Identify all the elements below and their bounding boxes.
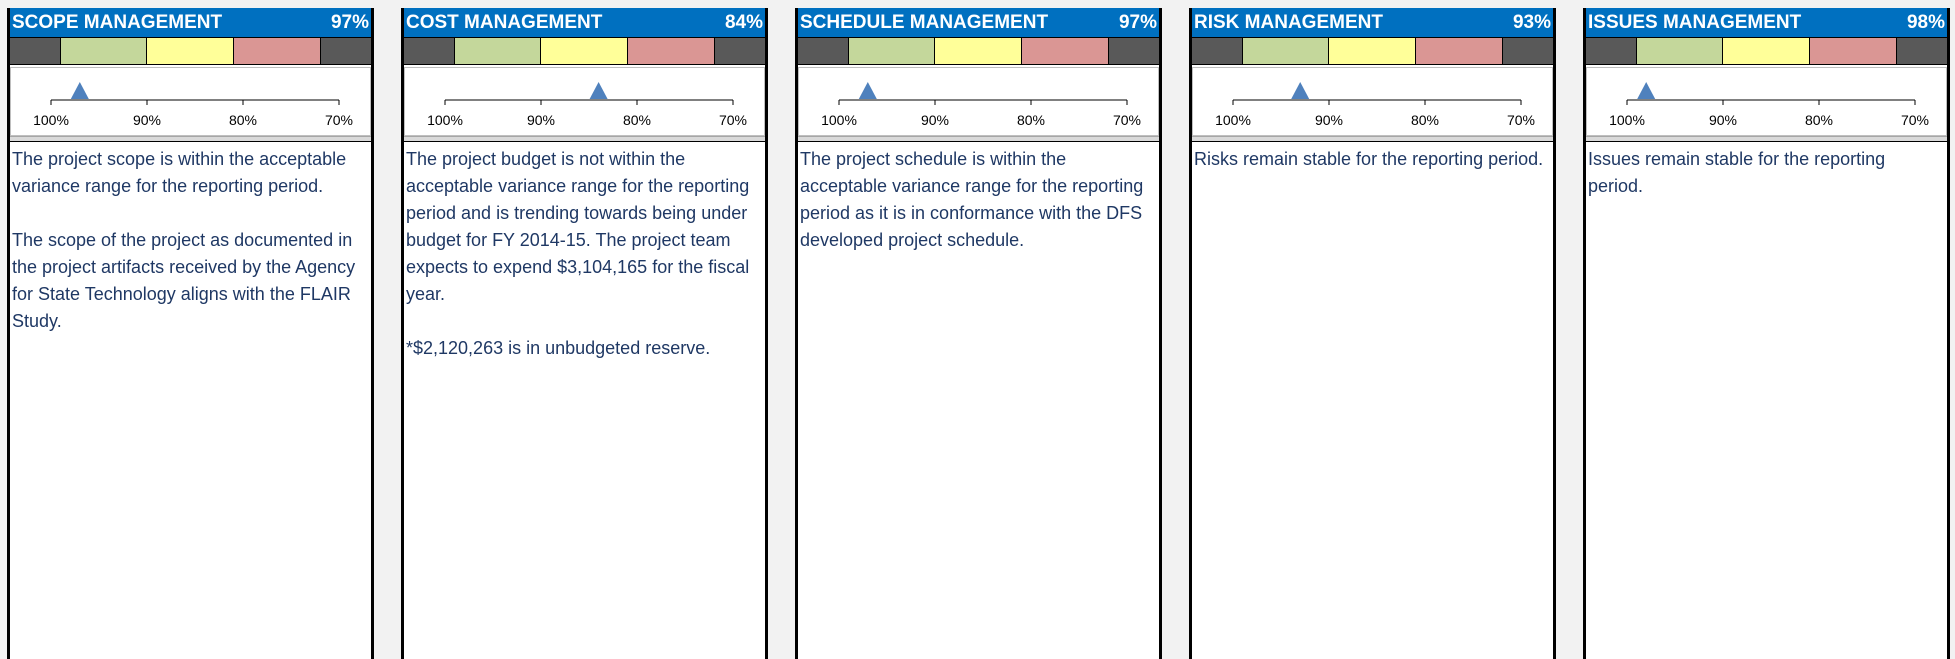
panel-header: RISK MANAGEMENT 93%	[1192, 8, 1553, 37]
status-paragraph: The project budget is not within the acc…	[406, 149, 750, 304]
panel-header: SCHEDULE MANAGEMENT 97%	[798, 8, 1159, 37]
band-green	[1636, 38, 1723, 64]
band-green	[1242, 38, 1329, 64]
variance-gauge: 100% 90% 80% 70%	[798, 67, 1159, 136]
variance-color-band	[1192, 37, 1553, 65]
band-green	[454, 38, 541, 64]
gauge-tick-label: 90%	[527, 112, 555, 128]
gauge-marker-icon	[858, 82, 877, 99]
status-paragraph: The scope of the project as documented i…	[12, 230, 356, 331]
band-dark	[1503, 38, 1553, 64]
panel-cost-management: COST MANAGEMENT 84% 100% 90% 80% 70% The proje…	[401, 8, 768, 659]
variance-gauge: 100% 90% 80% 70%	[1586, 67, 1947, 136]
panel-body: The project scope is within the acceptab…	[10, 142, 371, 335]
variance-gauge: 100% 90% 80% 70%	[1192, 67, 1553, 136]
panel-title: SCOPE MANAGEMENT	[12, 11, 223, 33]
variance-color-band	[10, 37, 371, 65]
gauge-tick-label: 70%	[1113, 112, 1141, 128]
panel-schedule-management: SCHEDULE MANAGEMENT 97% 100% 90% 80% 70% The p…	[795, 8, 1162, 659]
gauge-svg: 100% 90% 80% 70%	[1609, 82, 1929, 128]
band-yellow	[1723, 38, 1810, 64]
panel-title: ISSUES MANAGEMENT	[1588, 11, 1802, 33]
panel-title: SCHEDULE MANAGEMENT	[800, 11, 1049, 33]
panel-percent: 93%	[1512, 11, 1551, 33]
panel-header: SCOPE MANAGEMENT 97%	[10, 8, 371, 37]
panel-percent: 97%	[1118, 11, 1157, 33]
band-red	[234, 38, 321, 64]
gauge-tick-label: 90%	[921, 112, 949, 128]
status-paragraph: *$2,120,263 is in unbudgeted reserve.	[406, 338, 711, 358]
band-dark	[1192, 38, 1242, 64]
gauge-tick-label: 80%	[623, 112, 651, 128]
panel-header: COST MANAGEMENT 84%	[404, 8, 765, 37]
gauge-tick-label: 70%	[325, 112, 353, 128]
panel-body: The project schedule is within the accep…	[798, 142, 1159, 254]
gauge-svg: 100% 90% 80% 70%	[427, 82, 747, 128]
gauge-tick-label: 90%	[133, 112, 161, 128]
band-red	[1416, 38, 1503, 64]
variance-color-band	[404, 37, 765, 65]
status-paragraph: The project scope is within the acceptab…	[12, 149, 347, 196]
panel-body: Issues remain stable for the reporting p…	[1586, 142, 1947, 200]
variance-gauge: 100% 90% 80% 70%	[10, 67, 371, 136]
gauge-tick-label: 70%	[719, 112, 747, 128]
band-yellow	[541, 38, 628, 64]
band-dark	[798, 38, 848, 64]
band-green	[848, 38, 935, 64]
panel-body: The project budget is not within the acc…	[404, 142, 765, 362]
panel-risk-management: RISK MANAGEMENT 93% 100% 90% 80% 70% Risks rem…	[1189, 8, 1556, 659]
band-green	[60, 38, 147, 64]
variance-gauge: 100% 90% 80% 70%	[404, 67, 765, 136]
panel-scope-management: SCOPE MANAGEMENT 97% 100% 90% 80% 70% The proj…	[7, 8, 374, 659]
variance-color-band	[1586, 37, 1947, 65]
gauge-svg: 100% 90% 80% 70%	[1215, 82, 1535, 128]
panel-percent: 98%	[1906, 11, 1945, 33]
panel-title: COST MANAGEMENT	[406, 11, 603, 33]
gauge-tick-label: 80%	[229, 112, 257, 128]
gauge-tick-label: 80%	[1411, 112, 1439, 128]
status-paragraph: Risks remain stable for the reporting pe…	[1194, 149, 1544, 169]
gauge-tick-label: 100%	[427, 112, 463, 128]
gauge-marker-icon	[589, 82, 608, 99]
gauge-tick-label: 70%	[1901, 112, 1929, 128]
panel-percent: 97%	[330, 11, 369, 33]
band-red	[1022, 38, 1109, 64]
band-yellow	[1329, 38, 1416, 64]
panel-body: Risks remain stable for the reporting pe…	[1192, 142, 1553, 173]
gauge-tick-label: 90%	[1315, 112, 1343, 128]
gauge-tick-label: 100%	[33, 112, 69, 128]
band-dark	[715, 38, 765, 64]
panel-title: RISK MANAGEMENT	[1194, 11, 1383, 33]
band-dark	[1586, 38, 1636, 64]
gauge-tick-label: 100%	[821, 112, 857, 128]
band-dark	[1109, 38, 1159, 64]
status-paragraph: The project schedule is within the accep…	[800, 149, 1144, 250]
band-red	[628, 38, 715, 64]
gauge-svg: 100% 90% 80% 70%	[821, 82, 1141, 128]
gauge-tick-label: 100%	[1215, 112, 1251, 128]
band-red	[1810, 38, 1897, 64]
gauge-tick-label: 80%	[1017, 112, 1045, 128]
gauge-tick-label: 90%	[1709, 112, 1737, 128]
gauge-tick-label: 70%	[1507, 112, 1535, 128]
panel-header: ISSUES MANAGEMENT 98%	[1586, 8, 1947, 37]
band-yellow	[935, 38, 1022, 64]
gauge-marker-icon	[70, 82, 89, 99]
gauge-tick-label: 80%	[1805, 112, 1833, 128]
band-dark	[10, 38, 60, 64]
status-paragraph: Issues remain stable for the reporting p…	[1588, 149, 1886, 196]
band-dark	[1897, 38, 1947, 64]
panel-issues-management: ISSUES MANAGEMENT 98% 100% 90% 80% 70% Issues …	[1583, 8, 1950, 659]
band-dark	[404, 38, 454, 64]
gauge-svg: 100% 90% 80% 70%	[33, 82, 353, 128]
gauge-marker-icon	[1637, 82, 1656, 99]
band-yellow	[147, 38, 234, 64]
variance-color-band	[798, 37, 1159, 65]
gauge-marker-icon	[1291, 82, 1310, 99]
band-dark	[321, 38, 371, 64]
gauge-tick-label: 100%	[1609, 112, 1645, 128]
panel-percent: 84%	[724, 11, 763, 33]
